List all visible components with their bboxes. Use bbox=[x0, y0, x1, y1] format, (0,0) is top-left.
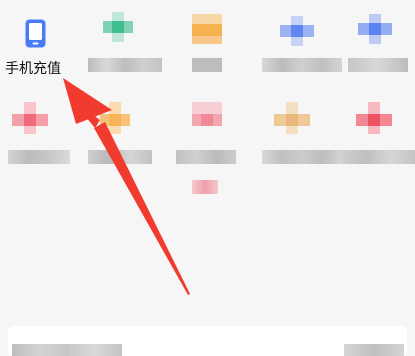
blurred-icon bbox=[100, 102, 130, 134]
blurred-icon bbox=[12, 102, 48, 134]
blurred-fragment bbox=[192, 180, 218, 194]
phone-recharge-shortcut[interactable]: 手机充值 bbox=[0, 0, 84, 80]
blurred-text bbox=[344, 344, 404, 356]
blurred-label bbox=[348, 58, 408, 72]
blurred-icon bbox=[280, 16, 314, 46]
phone-icon bbox=[25, 19, 46, 48]
blurred-label bbox=[88, 150, 152, 164]
blurred-shortcut-blue-1[interactable] bbox=[262, 0, 346, 80]
blurred-label bbox=[88, 58, 162, 72]
blurred-label bbox=[342, 150, 415, 164]
blurred-shortcut-orange-2[interactable] bbox=[88, 92, 172, 172]
blurred-icon bbox=[192, 102, 222, 132]
blurred-shortcut-green[interactable] bbox=[88, 0, 172, 80]
blurred-shortcut-red-1[interactable] bbox=[8, 92, 92, 172]
blurred-icon bbox=[358, 14, 392, 44]
blurred-label bbox=[192, 58, 222, 72]
blurred-label bbox=[262, 58, 342, 72]
blurred-icon bbox=[103, 12, 133, 42]
blurred-shortcut-orange[interactable] bbox=[176, 0, 260, 80]
blurred-label bbox=[8, 150, 70, 164]
blurred-icon bbox=[192, 14, 222, 44]
blurred-label bbox=[176, 150, 236, 164]
blurred-label bbox=[262, 150, 342, 164]
shortcut-grid: 手机充值 bbox=[0, 0, 415, 300]
bottom-card bbox=[8, 326, 407, 356]
blurred-shortcut-tan[interactable] bbox=[262, 92, 346, 172]
blurred-icon bbox=[274, 102, 310, 134]
phone-recharge-label: 手机充值 bbox=[5, 61, 61, 77]
blurred-shortcut-red-2[interactable] bbox=[342, 92, 415, 172]
blurred-shortcut-blue-2[interactable] bbox=[348, 0, 415, 80]
blurred-text bbox=[12, 344, 122, 356]
blurred-icon bbox=[356, 102, 392, 134]
blurred-shortcut-pink[interactable] bbox=[176, 92, 260, 172]
